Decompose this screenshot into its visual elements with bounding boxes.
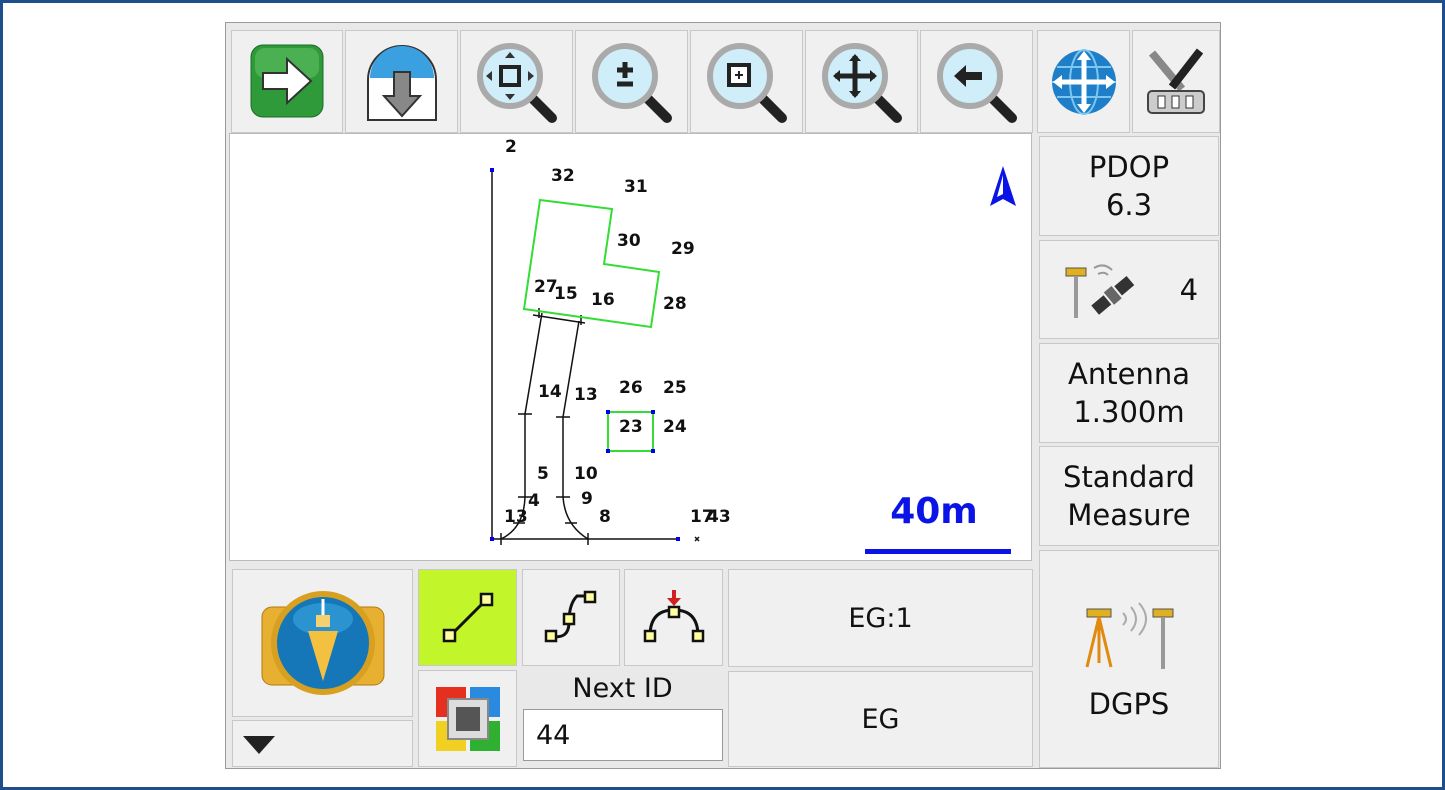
measure-mode-button[interactable]: Standard Measure xyxy=(1039,446,1219,546)
zoom-window-button[interactable] xyxy=(690,30,803,133)
code-button-bottom[interactable]: EG xyxy=(728,671,1033,767)
settings-tools-icon xyxy=(1147,48,1205,114)
survey-points xyxy=(490,168,680,541)
zoom-window-icon xyxy=(706,42,787,123)
x-mark xyxy=(694,536,700,542)
point-label: 24 xyxy=(663,417,687,437)
map-canvas[interactable]: 2 32 31 30 29 27 15 16 28 14 13 26 25 23… xyxy=(229,133,1032,561)
zoom-previous-button[interactable] xyxy=(920,30,1033,133)
satellite-icon xyxy=(1065,263,1135,318)
pdop-label: PDOP xyxy=(1088,150,1170,184)
point-label: 9 xyxy=(581,489,593,509)
zoom-in-out-button[interactable] xyxy=(575,30,688,133)
antenna-value: 1.300m xyxy=(1073,395,1185,429)
point-label: 31 xyxy=(624,177,648,197)
code-top-label: EG:1 xyxy=(848,602,913,634)
globe-download-icon xyxy=(366,44,437,121)
point-label: 13 xyxy=(504,507,528,527)
curve-icon xyxy=(544,590,597,642)
point-label: 8 xyxy=(599,507,611,527)
map-drawing[interactable]: 2 32 31 30 29 27 15 16 28 14 13 26 25 23… xyxy=(230,134,1033,562)
options-dropdown[interactable] xyxy=(232,720,413,767)
pdop-display[interactable]: PDOP 6.3 xyxy=(1039,136,1219,236)
import-button[interactable] xyxy=(345,30,458,133)
point-label: 29 xyxy=(671,239,695,259)
point-label: 14 xyxy=(538,382,562,402)
green-arrow-right-icon xyxy=(250,44,324,117)
satellite-display[interactable]: 4 xyxy=(1039,240,1219,339)
point-label: 25 xyxy=(663,378,687,398)
point-label: 30 xyxy=(617,231,641,251)
globe-pan-button[interactable] xyxy=(1037,30,1130,133)
scale-bar xyxy=(865,549,1011,554)
globe-pan-icon xyxy=(1051,48,1116,115)
zoom-extent-icon xyxy=(476,42,557,123)
line-segment-icon xyxy=(442,592,493,642)
arc-icon xyxy=(643,589,704,642)
layer-select-button[interactable] xyxy=(418,670,517,767)
next-id-input[interactable] xyxy=(523,709,723,761)
gps-receiver-icon xyxy=(1085,602,1174,669)
zoom-pan-icon xyxy=(821,42,902,123)
antenna-label: Antenna xyxy=(1068,357,1190,391)
point-label: 2 xyxy=(505,137,517,157)
code-button-top[interactable]: EG:1 xyxy=(728,569,1033,667)
pan-button[interactable] xyxy=(805,30,918,133)
settings-button[interactable] xyxy=(1132,30,1220,133)
plumb-bob-icon xyxy=(261,591,384,695)
zoom-previous-icon xyxy=(936,42,1017,123)
measure-mode-line2: Measure xyxy=(1067,498,1191,532)
measure-mode-line1: Standard xyxy=(1063,460,1195,494)
triangle-down-icon xyxy=(243,735,275,754)
curve-tool-button[interactable] xyxy=(522,569,620,666)
zoom-extent-button[interactable] xyxy=(460,30,573,133)
point-label: 4 xyxy=(528,491,540,511)
point-label: 16 xyxy=(591,290,615,310)
arc-tool-button[interactable] xyxy=(624,569,723,666)
line-tool-button[interactable] xyxy=(418,569,517,666)
antenna-height-display[interactable]: Antenna 1.300m xyxy=(1039,343,1219,443)
next-id-label: Next ID xyxy=(572,673,673,704)
scale-label: 40m xyxy=(890,491,978,532)
point-label: 5 xyxy=(537,464,549,484)
pdop-value: 6.3 xyxy=(1105,188,1153,222)
point-label: 10 xyxy=(574,464,598,484)
point-label: 26 xyxy=(619,378,643,398)
point-label: 13 xyxy=(574,385,598,405)
point-label: 23 xyxy=(619,417,643,437)
zoom-in-out-icon xyxy=(591,42,672,123)
survey-point-button[interactable] xyxy=(232,569,413,717)
gps-mode-label: DGPS xyxy=(1088,687,1170,721)
layers-color-icon xyxy=(435,686,500,751)
point-label: 32 xyxy=(551,166,575,186)
point-label: 43 xyxy=(707,507,731,527)
point-label: 28 xyxy=(663,294,687,314)
point-label: 15 xyxy=(554,284,578,304)
satellite-count: 4 xyxy=(1179,272,1199,307)
gps-mode-button[interactable]: DGPS xyxy=(1039,550,1219,768)
code-bottom-label: EG xyxy=(861,703,900,735)
next-button[interactable] xyxy=(231,30,343,133)
